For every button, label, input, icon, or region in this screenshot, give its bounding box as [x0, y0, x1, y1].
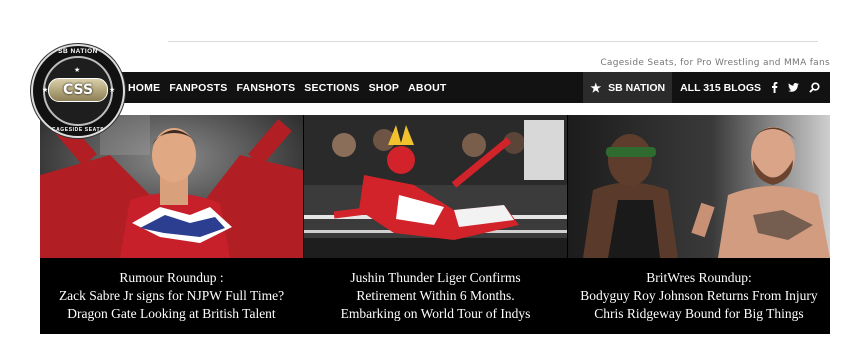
- main-navbar: HOME FANPOSTS FANSHOTS SECTIONS SHOP ABO…: [40, 72, 830, 103]
- story-title-line: Rumour Roundup :: [119, 270, 224, 285]
- story-card[interactable]: Rumour Roundup : Zack Sabre Jr signs for…: [40, 115, 303, 334]
- logo-star-icon: ★: [42, 87, 49, 94]
- nav-fanposts[interactable]: FANPOSTS: [169, 82, 227, 94]
- story-title-line: Dragon Gate Looking at British Talent: [67, 306, 276, 321]
- story-image: [304, 115, 567, 258]
- story-title-line: Embarking on World Tour of Indys: [340, 306, 531, 321]
- logo-star-icon: ★: [74, 67, 81, 74]
- logo-star-icon: ★: [109, 87, 116, 94]
- story-title-line: Bodyguy Roy Johnson Returns From Injury: [580, 288, 818, 303]
- secondary-nav: ★ SB NATION ALL 315 BLOGS: [583, 72, 830, 103]
- nav-fanshots[interactable]: FANSHOTS: [237, 82, 296, 94]
- logo-badge: CSS: [48, 78, 108, 102]
- logo-top-text: SB NATION: [58, 48, 98, 55]
- story-caption: BritWres Roundup: Bodyguy Roy Johnson Re…: [568, 258, 830, 334]
- site-tagline: Cageside Seats, for Pro Wrestling and MM…: [600, 58, 830, 68]
- story-title-line: Retirement Within 6 Months.: [356, 288, 515, 303]
- featured-stories: Rumour Roundup : Zack Sabre Jr signs for…: [40, 115, 830, 334]
- site-logo[interactable]: SB NATION CSS ★ ★ ★ CAGESIDE SEATS: [31, 44, 125, 138]
- header-divider: [168, 41, 818, 42]
- nav-about[interactable]: ABOUT: [408, 82, 446, 94]
- star-icon: ★: [590, 80, 602, 95]
- story-title-line: Jushin Thunder Liger Confirms: [350, 270, 521, 285]
- story-title-line: BritWres Roundup:: [646, 270, 752, 285]
- nav-home[interactable]: HOME: [128, 82, 160, 94]
- all-blogs-link[interactable]: ALL 315 BLOGS: [680, 82, 761, 94]
- search-icon[interactable]: [809, 82, 820, 93]
- nav-shop[interactable]: SHOP: [369, 82, 400, 94]
- story-card[interactable]: Jushin Thunder Liger Confirms Retirement…: [304, 115, 567, 334]
- story-image: [568, 115, 830, 258]
- primary-nav: HOME FANPOSTS FANSHOTS SECTIONS SHOP ABO…: [128, 72, 455, 103]
- story-card[interactable]: BritWres Roundup: Bodyguy Roy Johnson Re…: [568, 115, 830, 334]
- sb-nation-label: SB NATION: [608, 81, 666, 94]
- story-caption: Jushin Thunder Liger Confirms Retirement…: [304, 258, 567, 334]
- story-title-line: Chris Ridgeway Bound for Big Things: [594, 306, 804, 321]
- sb-nation-button[interactable]: ★ SB NATION: [583, 72, 673, 103]
- facebook-icon[interactable]: [771, 82, 778, 93]
- logo-bottom-text: CAGESIDE SEATS: [51, 127, 105, 133]
- story-title-line: Zack Sabre Jr signs for NJPW Full Time?: [58, 288, 285, 303]
- twitter-icon[interactable]: [788, 83, 799, 92]
- story-caption: Rumour Roundup : Zack Sabre Jr signs for…: [40, 258, 303, 334]
- nav-sections[interactable]: SECTIONS: [304, 82, 359, 94]
